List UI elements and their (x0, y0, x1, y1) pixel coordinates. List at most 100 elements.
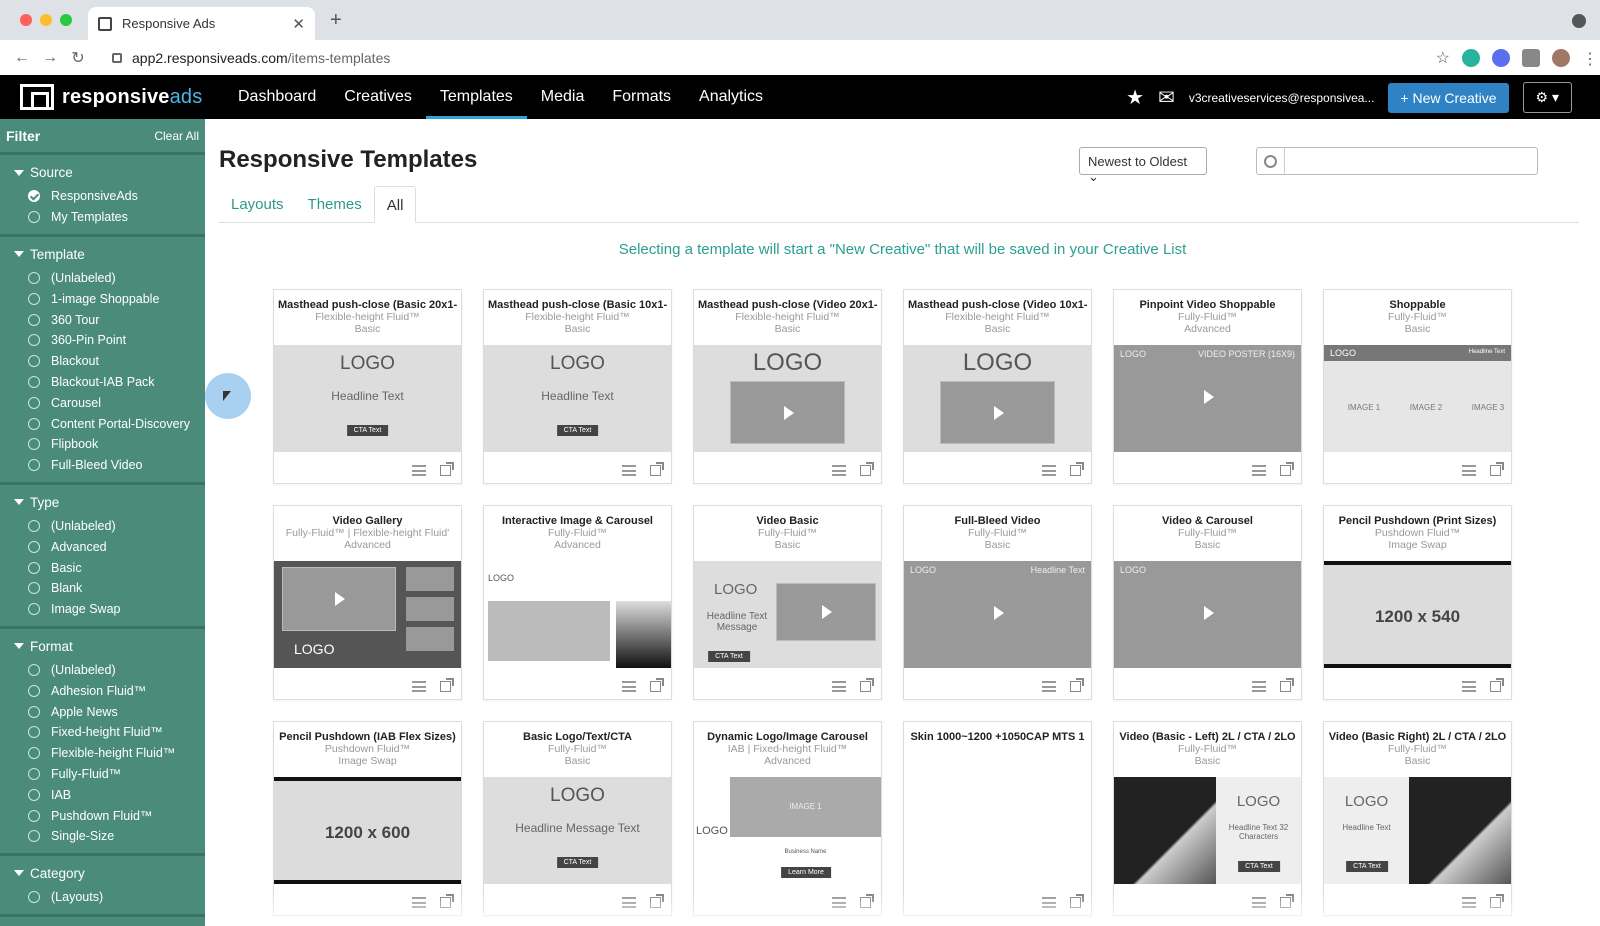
brand-logo[interactable]: responsive ads (20, 84, 202, 110)
tab-themes[interactable]: Themes (296, 186, 374, 222)
reload-icon[interactable]: ↻ (64, 48, 92, 68)
list-icon[interactable] (412, 681, 426, 692)
template-card[interactable]: Pinpoint Video Shoppable Fully-Fluid™ Adva… (1113, 289, 1302, 484)
radio-icon[interactable] (28, 582, 40, 595)
back-icon[interactable]: ← (8, 49, 36, 67)
radio-icon[interactable] (28, 663, 40, 676)
template-card[interactable]: Video & Carousel Fully-Fluid™ Basic LOGO (1113, 505, 1302, 700)
nav-formats[interactable]: Formats (598, 75, 685, 119)
nav-analytics[interactable]: Analytics (685, 75, 777, 119)
external-link-icon[interactable] (650, 462, 664, 476)
filter-option[interactable]: Blackout-IAB Pack (0, 372, 205, 393)
search-input[interactable] (1256, 147, 1538, 175)
template-card[interactable]: Pencil Pushdown (IAB Flex Sizes) Pushdown… (273, 721, 462, 916)
settings-dropdown[interactable]: ⚙ ▾ (1522, 82, 1572, 113)
radio-icon[interactable] (28, 417, 40, 430)
radio-icon[interactable] (28, 375, 40, 388)
nav-templates[interactable]: Templates (425, 75, 527, 119)
user-email[interactable]: v3creativeservices@responsivea... (1189, 91, 1375, 105)
list-icon[interactable] (1252, 681, 1266, 692)
template-card[interactable]: Interactive Image & Carousel Fully-Fluid™… (483, 505, 672, 700)
sort-select[interactable]: Newest to Oldest ⌄ (1079, 147, 1207, 184)
filter-option[interactable]: Single-Size (0, 826, 205, 847)
radio-icon[interactable] (28, 396, 40, 409)
list-icon[interactable] (832, 465, 846, 476)
external-link-icon[interactable] (650, 678, 664, 692)
list-icon[interactable] (412, 465, 426, 476)
template-card[interactable]: Full-Bleed Video Fully-Fluid™ Basic LOGO Hea… (903, 505, 1092, 700)
filter-option[interactable]: Flexible-height Fluid™ (0, 743, 205, 764)
filter-option[interactable]: IAB (0, 784, 205, 805)
list-icon[interactable] (1042, 465, 1056, 476)
radio-icon[interactable] (28, 830, 40, 843)
filter-option[interactable]: 1-image Shoppable (0, 288, 205, 309)
filter-option[interactable]: (Unlabeled) (0, 268, 205, 289)
radio-icon[interactable] (28, 271, 40, 284)
tab-layouts[interactable]: Layouts (219, 186, 296, 222)
list-icon[interactable] (1042, 681, 1056, 692)
list-icon[interactable] (832, 681, 846, 692)
radio-icon[interactable] (28, 459, 40, 472)
browser-menu-icon[interactable]: ⋮ (1582, 49, 1598, 68)
filter-option[interactable]: (Unlabeled) (0, 516, 205, 537)
list-icon[interactable] (1252, 465, 1266, 476)
radio-icon[interactable] (28, 767, 40, 780)
nav-creatives[interactable]: Creatives (330, 75, 426, 119)
template-card[interactable]: Video (Basic - Left) 2L / CTA / 2LO Fully… (1113, 721, 1302, 916)
filter-option[interactable]: Full-Bleed Video (0, 455, 205, 476)
radio-icon[interactable] (28, 334, 40, 347)
filter-option[interactable]: (Layouts) (0, 887, 205, 908)
external-link-icon[interactable] (440, 462, 454, 476)
filter-option[interactable]: Apple News (0, 701, 205, 722)
filter-section-title[interactable]: Source (0, 165, 205, 180)
close-window-icon[interactable] (20, 14, 32, 26)
list-icon[interactable] (1462, 681, 1476, 692)
template-card[interactable]: Skin 1000~1200 +1050CAP MTS 1 (903, 721, 1092, 916)
filter-option[interactable]: Fully-Fluid™ (0, 764, 205, 785)
new-tab-icon[interactable]: + (330, 9, 342, 32)
avatar[interactable] (1552, 49, 1570, 67)
close-tab-icon[interactable]: ✕ (292, 15, 305, 33)
clear-all-link[interactable]: Clear All (154, 129, 199, 143)
filter-option[interactable]: Flipbook (0, 434, 205, 455)
template-card[interactable]: Video (Basic Right) 2L / CTA / 2LO Fully-… (1323, 721, 1512, 916)
url-field[interactable]: app2.responsiveads.com/items-templates (112, 45, 1412, 71)
radio-icon[interactable] (28, 355, 40, 368)
radio-icon[interactable] (28, 519, 40, 532)
external-link-icon[interactable] (1280, 678, 1294, 692)
filter-section-title[interactable]: Format (0, 639, 205, 654)
filter-section-title[interactable]: Category (0, 866, 205, 881)
filter-option[interactable]: Content Portal-Discovery (0, 413, 205, 434)
tab-search-icon[interactable] (1572, 14, 1586, 28)
radio-icon[interactable] (28, 891, 40, 904)
filter-option[interactable]: 360 Tour (0, 309, 205, 330)
template-card[interactable]: Video Gallery Fully-Fluid™ | Flexible-hei… (273, 505, 462, 700)
forward-icon[interactable]: → (36, 49, 64, 67)
template-card[interactable]: Basic Logo/Text/CTA Fully-Fluid™ Basic LOGO… (483, 721, 672, 916)
external-link-icon[interactable] (1490, 462, 1504, 476)
external-link-icon[interactable] (440, 678, 454, 692)
external-link-icon[interactable] (1280, 462, 1294, 476)
list-icon[interactable] (622, 465, 636, 476)
filter-option[interactable]: Image Swap (0, 599, 205, 620)
template-card[interactable]: Pencil Pushdown (Print Sizes) Pushdown Fl… (1323, 505, 1512, 700)
radio-icon[interactable] (28, 726, 40, 739)
external-link-icon[interactable] (860, 678, 874, 692)
external-link-icon[interactable] (1070, 462, 1084, 476)
puzzle-icon[interactable] (1522, 49, 1540, 67)
filter-option[interactable]: Blank (0, 578, 205, 599)
new-creative-button[interactable]: + New Creative (1388, 82, 1509, 113)
filter-option[interactable]: Fixed-height Fluid™ (0, 722, 205, 743)
radio-icon[interactable] (28, 809, 40, 822)
template-card[interactable]: Masthead push-close (Video 20x1- Flexible… (693, 289, 882, 484)
extension-m-icon[interactable] (1462, 49, 1480, 67)
radio-icon[interactable] (28, 603, 40, 616)
template-card[interactable]: Masthead push-close (Basic 10x1- Flexible… (483, 289, 672, 484)
radio-icon[interactable] (28, 313, 40, 326)
tab-all[interactable]: All (373, 186, 417, 223)
filter-option[interactable]: ResponsiveAds (0, 186, 205, 207)
template-card[interactable]: Masthead push-close (Video 10x1- Flexible… (903, 289, 1092, 484)
external-link-icon[interactable] (1070, 678, 1084, 692)
nav-dashboard[interactable]: Dashboard (224, 75, 330, 119)
filter-section-title[interactable]: Template (0, 247, 205, 262)
